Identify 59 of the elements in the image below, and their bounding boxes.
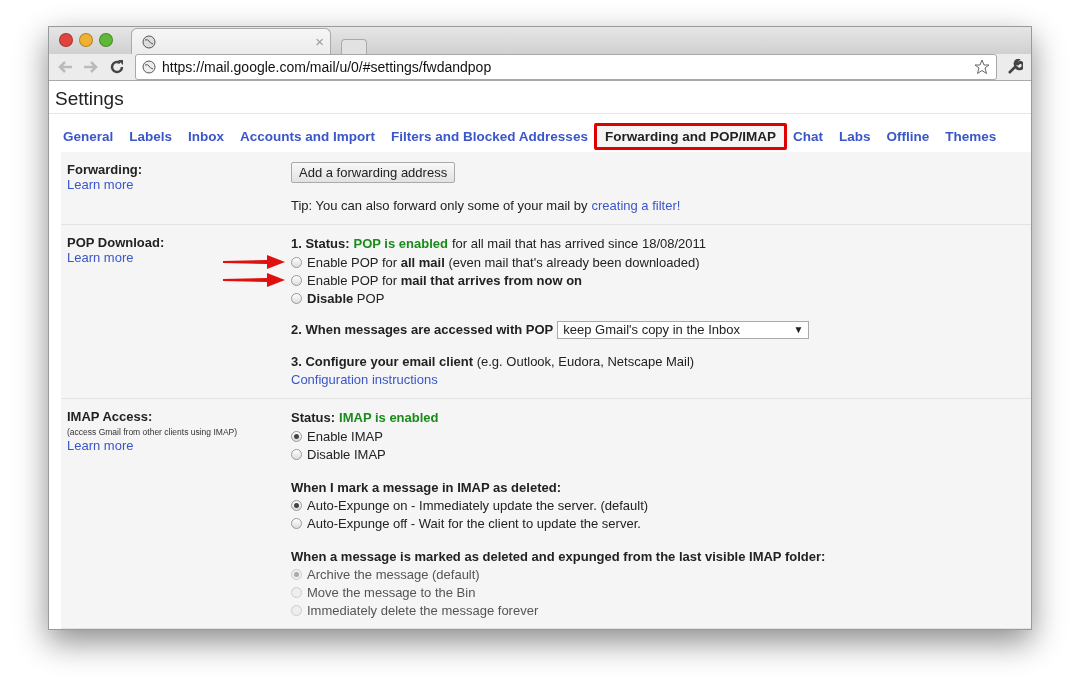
settings-tab[interactable]: Accounts and Import — [232, 128, 384, 144]
settings-tab[interactable]: Labs — [830, 128, 879, 144]
option-label: Move the message to the Bin — [307, 584, 476, 600]
reload-icon[interactable] — [109, 59, 125, 76]
option-label: Auto-Expunge on - Immediately update the server. (default) — [307, 497, 649, 513]
learn-more-link[interactable]: Learn more — [67, 250, 291, 265]
radio-button[interactable] — [291, 448, 302, 460]
option-label: Disable IMAP — [307, 446, 386, 462]
status-value: IMAP is enabled — [339, 409, 439, 427]
section-label: Forwarding: — [67, 162, 144, 177]
settings-tab[interactable]: Filters and Blocked Addresses — [383, 128, 596, 144]
option-heading: When a message is marked as deleted and expunged from the last visible IMAP folder: — [291, 548, 827, 565]
radio-button[interactable] — [291, 499, 302, 511]
creating-filter-link[interactable]: creating a filter! — [591, 197, 681, 215]
settings-tab[interactable]: Themes — [937, 128, 1005, 144]
add-forwarding-button[interactable]: Add a forwarding address — [291, 162, 456, 183]
settings-tab[interactable]: Inbox — [180, 128, 233, 144]
radio-button[interactable] — [291, 517, 302, 529]
radio-button[interactable] — [291, 292, 302, 304]
configure-text: 3. Configure your email client (e.g. Outlook, Eudora, Netscape Mail) — [291, 353, 695, 371]
option-label: Enable POP for mail that arrives from now on — [307, 272, 583, 288]
learn-more-link[interactable]: Learn more — [67, 177, 291, 192]
minimize-window-icon[interactable] — [79, 32, 93, 47]
page-title: Settings — [49, 81, 1031, 114]
status-text: for all mail that has arrived since 18/08/2011 — [451, 235, 707, 253]
tip-text: Tip: You can also forward only some of your mail by — [291, 197, 588, 215]
option-heading: When I mark a message in IMAP as deleted: — [291, 479, 562, 496]
pop-access-label: 2. When messages are accessed with POP — [291, 321, 554, 339]
option-label: Immediately delete the message forever — [307, 602, 539, 618]
forward-icon[interactable] — [83, 60, 99, 75]
radio-button[interactable] — [291, 430, 302, 442]
section-label: POP Download: — [67, 235, 166, 250]
close-window-icon[interactable] — [59, 32, 73, 47]
option-label: Enable POP for all mail (even mail that's already been downloaded) — [307, 254, 700, 270]
star-icon[interactable] — [974, 59, 990, 76]
option-label: Auto-Expunge off - Wait for the client to update the server. — [307, 515, 641, 531]
radio-button[interactable] — [291, 274, 302, 286]
pop-action-dropdown[interactable]: keep Gmail's copy in the Inbox ▼ — [557, 321, 810, 339]
settings-tab[interactable]: Labels — [121, 128, 181, 144]
settings-tab[interactable]: Chat — [784, 128, 831, 144]
maximize-window-icon[interactable] — [99, 32, 113, 47]
new-tab-button[interactable] — [341, 39, 367, 54]
option-label: Archive the message (default) — [307, 566, 480, 582]
section-label: IMAP Access: — [67, 409, 154, 424]
settings-tab[interactable]: General — [55, 128, 122, 144]
status-label: 1. Status: — [291, 235, 350, 253]
status-value: POP is enabled — [353, 235, 448, 253]
back-icon[interactable] — [57, 60, 73, 75]
option-label: Disable POP — [307, 290, 385, 306]
learn-more-link[interactable]: Learn more — [67, 438, 291, 453]
section-note: (access Gmail from other clients using IMAP) — [67, 427, 239, 437]
settings-tab[interactable]: Forwarding and POP/IMAP — [593, 122, 787, 150]
address-bar[interactable]: https://mail.google.com/mail/u/0/#settings/fwdandpop — [135, 54, 997, 81]
settings-tab[interactable]: Offline — [878, 128, 938, 144]
status-label: Status: — [291, 409, 336, 427]
configuration-link[interactable]: Configuration instructions — [291, 371, 438, 389]
option-label: Enable IMAP — [307, 428, 383, 444]
radio-button[interactable] — [291, 256, 302, 268]
wrench-icon[interactable] — [1007, 59, 1023, 76]
